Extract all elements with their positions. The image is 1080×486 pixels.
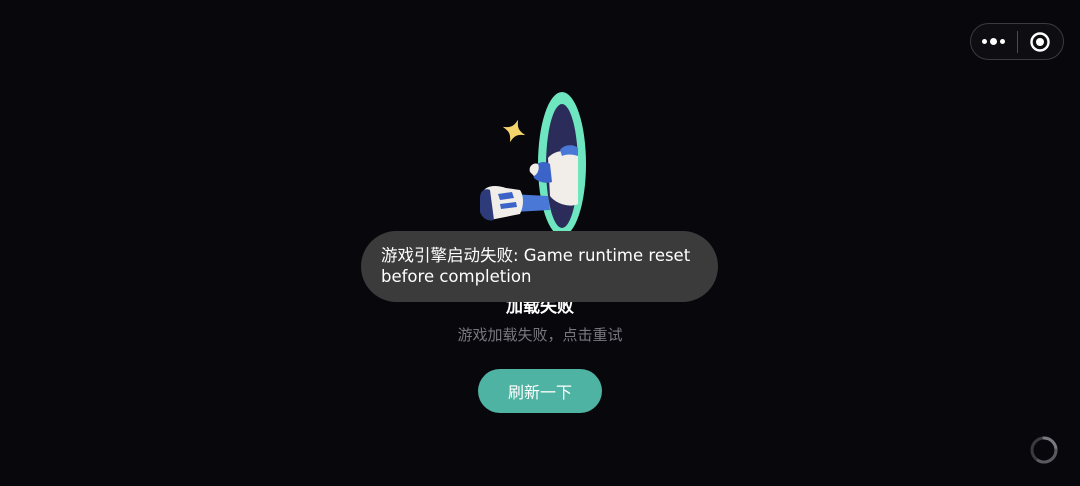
- more-button[interactable]: [971, 23, 1017, 60]
- loading-spinner-icon: [1030, 436, 1058, 464]
- refresh-button[interactable]: 刷新一下: [478, 369, 602, 413]
- load-failed-illustration: [480, 92, 586, 236]
- error-subtitle: 游戏加载失败，点击重试: [457, 326, 623, 344]
- target-circle-icon: [1030, 31, 1050, 52]
- capsule-menu: [970, 23, 1064, 60]
- more-dots-icon: [982, 38, 1006, 45]
- error-toast: 游戏引擎启动失败: Game runtime reset before comp…: [361, 231, 718, 302]
- sparkle-icon: [502, 119, 526, 143]
- close-button[interactable]: [1017, 23, 1063, 60]
- game-screen: 加载失败 游戏加载失败，点击重试 刷新一下 游戏引擎启动失败: Game run…: [0, 0, 1080, 486]
